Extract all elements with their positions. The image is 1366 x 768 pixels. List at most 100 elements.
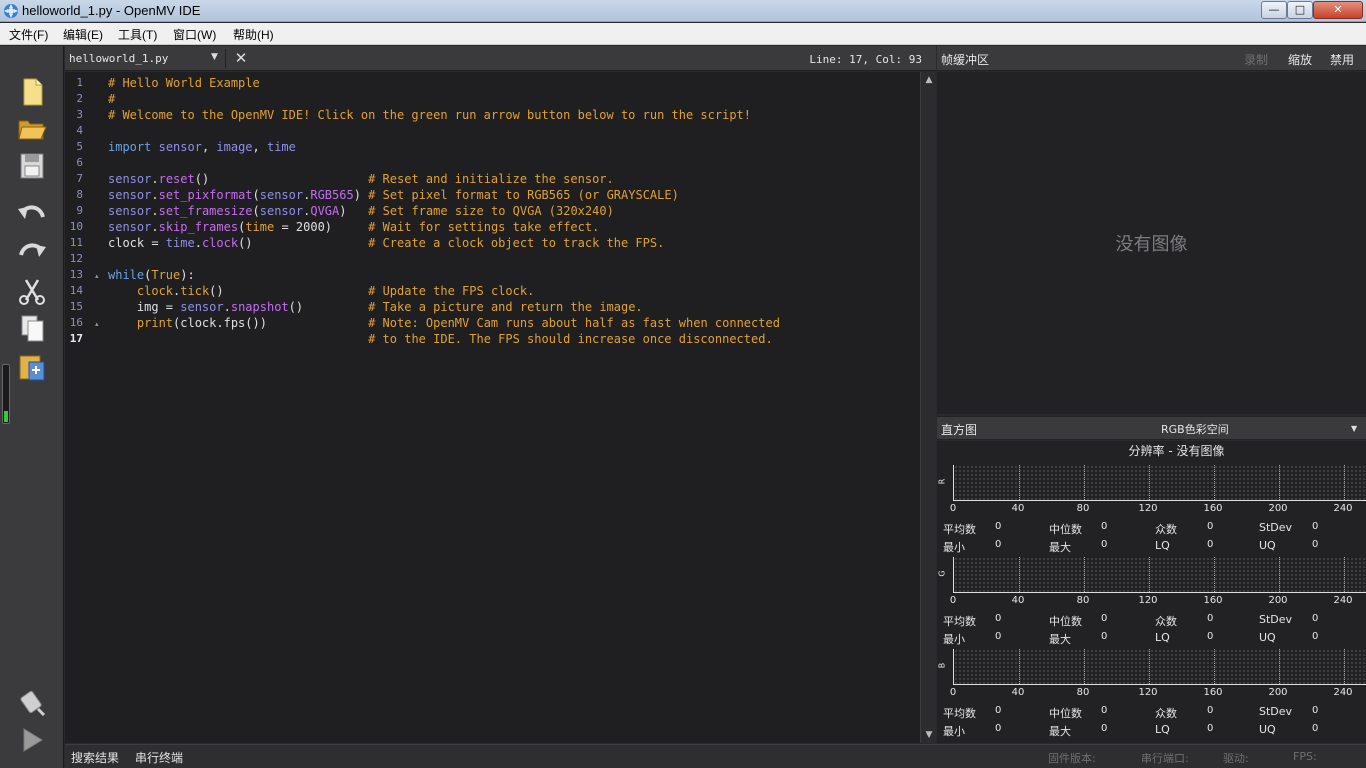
line-number: 16 bbox=[69, 316, 83, 329]
gridline bbox=[1279, 557, 1280, 592]
undo-icon bbox=[18, 205, 45, 219]
run-button[interactable] bbox=[14, 724, 50, 756]
axis-tick-label: 240 bbox=[1333, 687, 1353, 698]
gridline bbox=[1084, 465, 1085, 500]
editor-vertical-scrollbar[interactable]: ▲ ▼ bbox=[920, 72, 936, 743]
maximize-button[interactable]: □ bbox=[1287, 1, 1313, 19]
redo-button[interactable] bbox=[14, 236, 50, 268]
serial-port-label: 串行端口: bbox=[1141, 752, 1189, 765]
code-line: # Hello World Example bbox=[108, 76, 260, 90]
paste-icon bbox=[19, 355, 45, 381]
colorspace-select[interactable]: RGB色彩空间 bbox=[1161, 421, 1229, 437]
copy-button[interactable] bbox=[14, 312, 50, 344]
axis-tick-label: 0 bbox=[949, 595, 957, 606]
gridline bbox=[1084, 649, 1085, 684]
stat-value: 0 bbox=[1101, 613, 1108, 624]
gridline bbox=[1214, 465, 1215, 500]
cut-button[interactable] bbox=[14, 275, 50, 307]
code-line: # to the IDE. The FPS should increase on… bbox=[368, 332, 773, 346]
cut-icon bbox=[19, 279, 45, 305]
code-line: # bbox=[108, 92, 116, 106]
axis-tick-label: 120 bbox=[1138, 687, 1158, 698]
minimize-button[interactable]: — bbox=[1261, 1, 1287, 19]
menu-file[interactable]: 文件(F) bbox=[9, 26, 48, 43]
connect-icon bbox=[20, 690, 46, 717]
tab-serial-terminal[interactable]: 串行终端 bbox=[135, 749, 183, 766]
stat-label: LQ bbox=[1155, 539, 1170, 552]
stat-value: 0 bbox=[1312, 613, 1319, 624]
code-line: print(clock.fps()) # Note: OpenMV Cam ru… bbox=[136, 316, 780, 330]
code-line: sensor.set_framesize(sensor.QVGA) # Set … bbox=[108, 204, 614, 218]
code-editor[interactable]: 1 2 3 4 5 6 7 8 9 10 11 12 13 14 15 16 17 ▴ ▴ # Hello Wo… bbox=[65, 72, 920, 743]
menu-help[interactable]: 帮助(H) bbox=[233, 26, 274, 43]
stat-label: StDev bbox=[1259, 705, 1293, 718]
gridline bbox=[1019, 557, 1020, 592]
paste-button[interactable] bbox=[14, 351, 50, 383]
close-button[interactable]: ✕ bbox=[1313, 1, 1363, 19]
left-toolbar bbox=[0, 46, 64, 768]
save-button[interactable] bbox=[14, 150, 50, 182]
title-bar: helloworld_1.py - OpenMV IDE — □ ✕ bbox=[0, 0, 1366, 22]
axis-tick-label: 80 bbox=[1076, 503, 1090, 514]
openmv-app-icon bbox=[4, 4, 18, 18]
record-button[interactable]: 录制 bbox=[1244, 51, 1268, 68]
stat-value: 0 bbox=[1207, 723, 1214, 734]
file-list-dropdown[interactable]: ▼ bbox=[211, 52, 218, 62]
line-number: 12 bbox=[69, 252, 83, 265]
stat-label: 平均数 bbox=[943, 615, 976, 628]
stat-value: 0 bbox=[1101, 539, 1108, 550]
resolution-label: 分辨率 - 没有图像 bbox=[1128, 444, 1225, 458]
gridline bbox=[1214, 557, 1215, 592]
stat-value: 0 bbox=[1101, 631, 1108, 642]
line-col-indicator: Line: 17, Col: 93 bbox=[809, 53, 922, 66]
line-number: 10 bbox=[69, 220, 83, 233]
fold-marker[interactable]: ▴ bbox=[95, 272, 99, 280]
stat-label: UQ bbox=[1259, 631, 1276, 644]
axis-tick-label: 0 bbox=[949, 687, 957, 698]
axis-tick-label: 40 bbox=[1011, 687, 1025, 698]
file-tab[interactable]: helloworld_1.py bbox=[69, 52, 168, 65]
scroll-up-arrow-icon[interactable]: ▲ bbox=[924, 75, 934, 85]
stat-value: 0 bbox=[995, 521, 1002, 532]
axis-tick-label: 240 bbox=[1333, 503, 1353, 514]
window-title: helloworld_1.py - OpenMV IDE bbox=[22, 3, 201, 18]
stat-label: 中位数 bbox=[1049, 707, 1082, 720]
editor-tab-strip: helloworld_1.py ▼ ✕ Line: 17, Col: 93 bbox=[65, 46, 936, 71]
close-file-button[interactable]: ✕ bbox=[231, 48, 251, 68]
histogram-chart bbox=[953, 649, 1366, 685]
line-number: 14 bbox=[69, 284, 83, 297]
code-line: while(True): bbox=[108, 268, 195, 282]
undo-button[interactable] bbox=[14, 198, 50, 230]
menu-tools[interactable]: 工具(T) bbox=[118, 26, 157, 43]
connect-button[interactable] bbox=[14, 686, 50, 718]
open-file-button[interactable] bbox=[14, 112, 50, 144]
axis-tick-label: 0 bbox=[949, 503, 957, 514]
colorspace-dropdown-icon[interactable]: ▼ bbox=[1351, 424, 1357, 433]
menu-edit[interactable]: 编辑(E) bbox=[63, 26, 103, 43]
stat-label: UQ bbox=[1259, 723, 1276, 736]
new-file-button[interactable] bbox=[14, 76, 50, 108]
framebuffer-header: 帧缓冲区 录制 缩放 禁用 bbox=[937, 46, 1366, 71]
openmv-ide-window: helloworld_1.py - OpenMV IDE — □ ✕ 文件(F)… bbox=[0, 0, 1366, 768]
histogram-title: 直方图 bbox=[941, 423, 978, 437]
open-folder-icon bbox=[18, 120, 47, 140]
line-number: 9 bbox=[76, 204, 83, 217]
scroll-down-arrow-icon[interactable]: ▼ bbox=[924, 730, 934, 740]
axis-tick-label: 200 bbox=[1268, 595, 1288, 606]
zoom-button[interactable]: 缩放 bbox=[1288, 51, 1312, 68]
line-number: 11 bbox=[69, 236, 83, 249]
bottom-status-bar: 搜索结果 串行终端 固件版本: 串行端口: 驱动: FPS: bbox=[65, 744, 1366, 768]
code-line: # Welcome to the OpenMV IDE! Click on th… bbox=[108, 108, 751, 122]
histogram-header: 直方图 RGB色彩空间 ▼ bbox=[937, 416, 1366, 440]
tab-search-results[interactable]: 搜索结果 bbox=[71, 749, 119, 766]
fold-marker[interactable]: ▴ bbox=[95, 320, 99, 328]
stat-label: LQ bbox=[1155, 631, 1170, 644]
line-number: 2 bbox=[76, 92, 83, 105]
stat-label: 众数 bbox=[1155, 707, 1177, 720]
menu-window[interactable]: 窗口(W) bbox=[173, 26, 216, 43]
gridline bbox=[1149, 465, 1150, 500]
gridline bbox=[1279, 649, 1280, 684]
stat-label: 最小 bbox=[943, 541, 965, 554]
disable-button[interactable]: 禁用 bbox=[1330, 51, 1354, 68]
histogram-chart bbox=[953, 557, 1366, 593]
